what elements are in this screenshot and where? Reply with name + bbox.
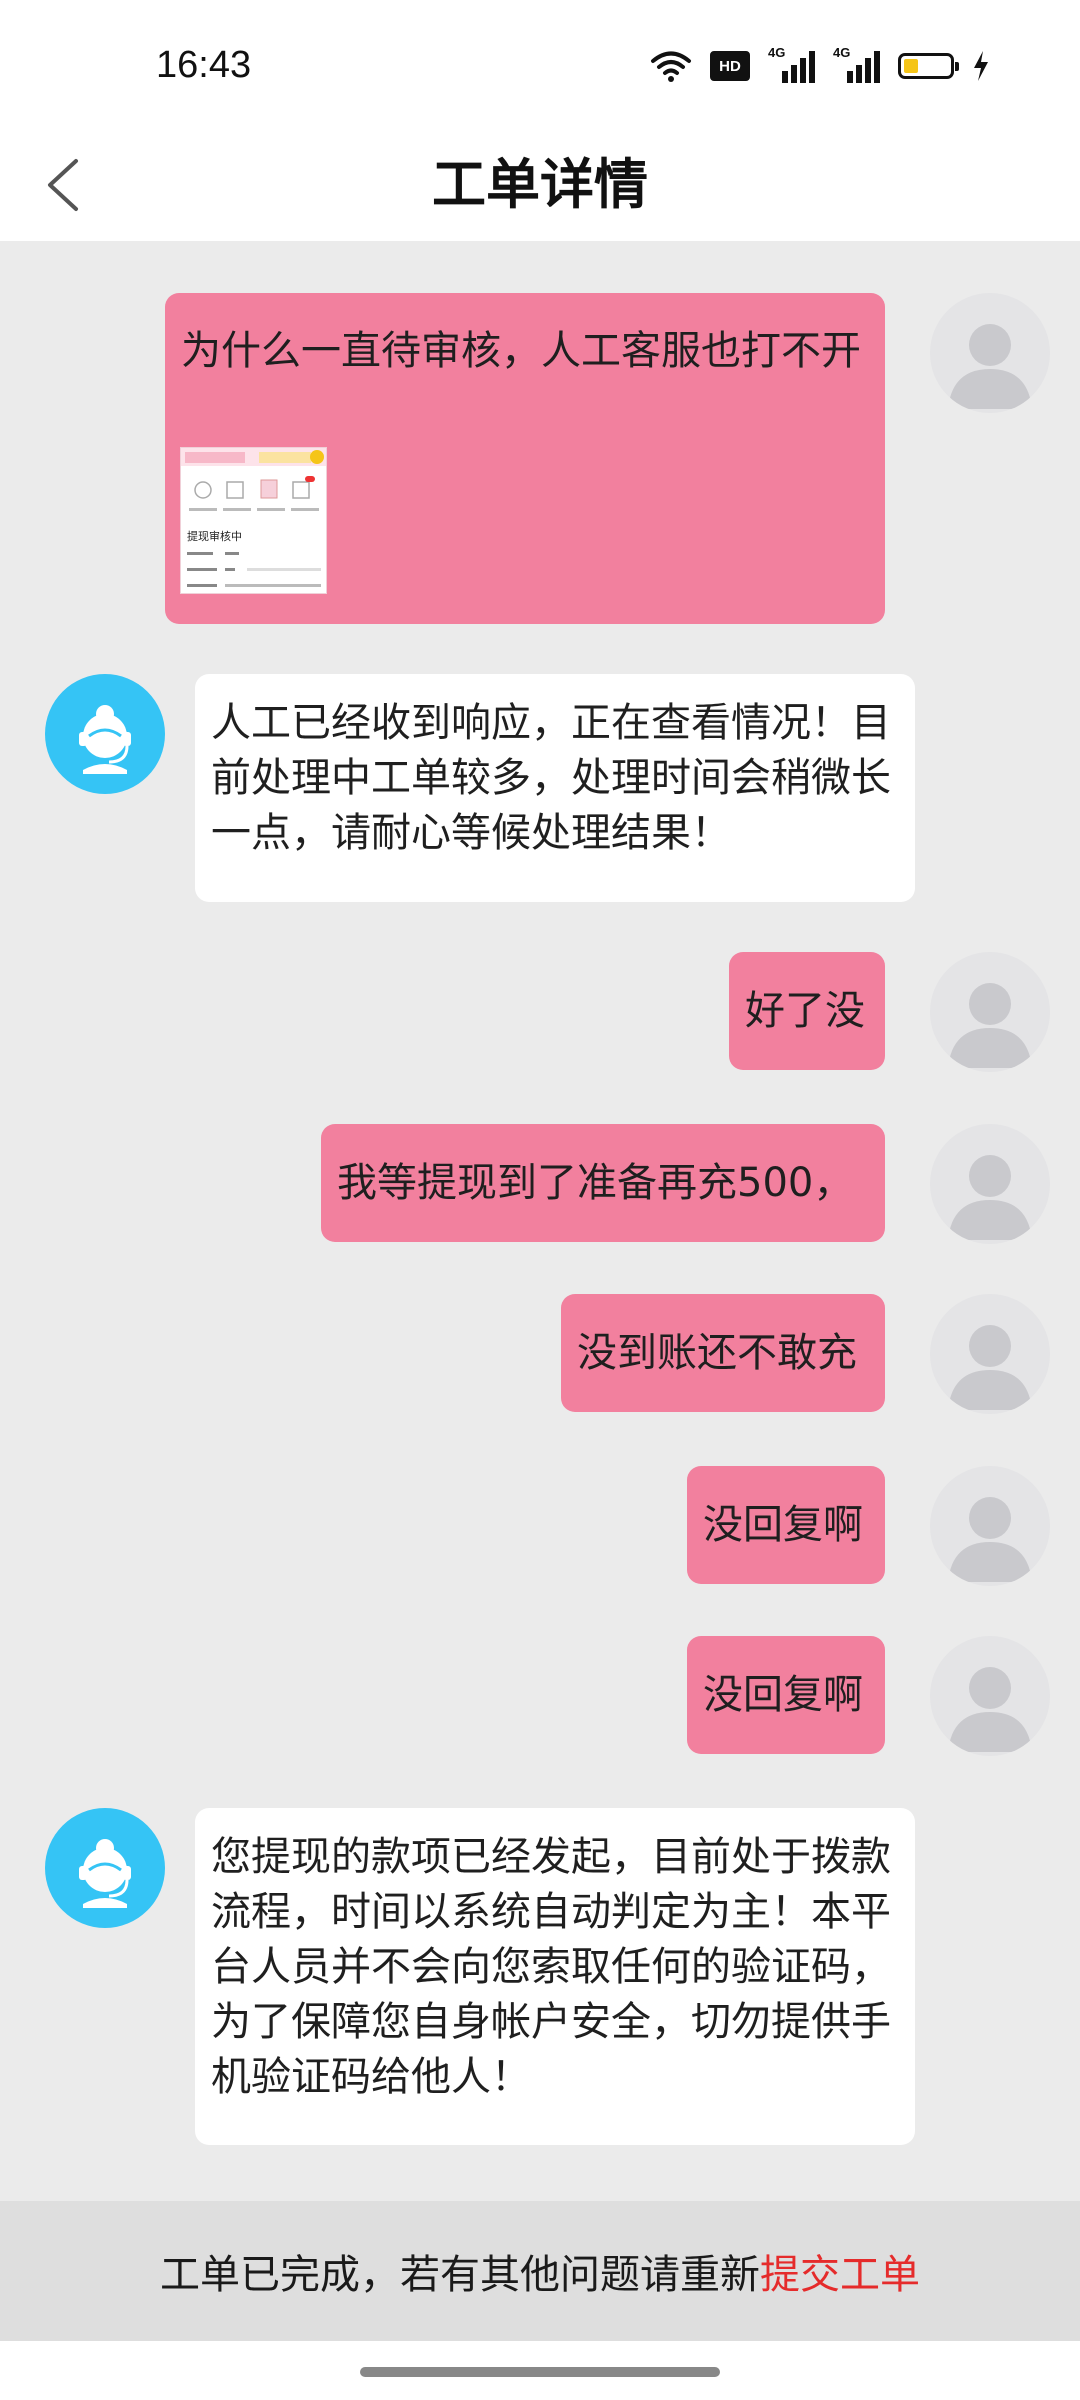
wifi-icon bbox=[651, 51, 691, 82]
person-placeholder-icon bbox=[948, 983, 1032, 1068]
user-avatar[interactable] bbox=[930, 1466, 1050, 1586]
person-placeholder-icon bbox=[948, 1325, 1032, 1410]
user-message-bubble: 我等提现到了准备再充500， bbox=[321, 1124, 885, 1242]
chat-area[interactable]: 为什么一直待审核，人工客服也打不开 提现审核中 人工已经收到响应，正在查看情况！… bbox=[0, 241, 1080, 2201]
battery-low-icon bbox=[898, 53, 959, 79]
user-message-bubble: 没回复啊 bbox=[687, 1636, 885, 1754]
user-message-bubble: 没回复啊 bbox=[687, 1466, 885, 1584]
user-avatar[interactable] bbox=[930, 293, 1050, 413]
user-avatar[interactable] bbox=[930, 1124, 1050, 1244]
person-placeholder-icon bbox=[948, 324, 1032, 409]
message-text: 没到账还不敢充 bbox=[577, 1330, 857, 1376]
hd-icon: HD bbox=[710, 51, 750, 81]
signal-4g-icon: 4G bbox=[833, 45, 880, 83]
agent-avatar[interactable] bbox=[45, 674, 165, 794]
person-placeholder-icon bbox=[948, 1667, 1032, 1752]
message-text: 为什么一直待审核，人工客服也打不开 bbox=[181, 328, 861, 374]
status-icons: HD 4G 4G bbox=[650, 45, 990, 86]
status-time: 16:43 bbox=[156, 44, 252, 86]
customer-service-icon bbox=[79, 1839, 131, 1908]
network-type-label: 4G bbox=[768, 45, 786, 60]
signal-4g-icon: 4G bbox=[768, 45, 815, 83]
person-placeholder-icon bbox=[948, 1155, 1032, 1240]
user-avatar[interactable] bbox=[930, 1294, 1050, 1414]
agent-message-bubble: 您提现的款项已经发起，目前处于拨款流程，时间以系统自动判定为主！本平台人员并不会… bbox=[195, 1808, 915, 2145]
agent-message-bubble: 人工已经收到响应，正在查看情况！目前处理中工单较多，处理时间会稍微长一点，请耐心… bbox=[195, 674, 915, 902]
message-text: 我等提现到了准备再充500， bbox=[337, 1160, 854, 1206]
user-message-bubble: 好了没 bbox=[729, 952, 885, 1070]
attachment-mini-title: 提现审核中 bbox=[187, 529, 242, 543]
message-text: 没回复啊 bbox=[703, 1502, 863, 1548]
status-bar: 16:43 HD 4G 4G bbox=[0, 0, 1080, 135]
gesture-nav-area bbox=[0, 2341, 1080, 2400]
screenshot-attachment[interactable]: 提现审核中 bbox=[180, 447, 327, 594]
header: 工单详情 bbox=[0, 135, 1080, 241]
charging-icon bbox=[974, 51, 988, 81]
agent-avatar[interactable] bbox=[45, 1808, 165, 1928]
message-text: 您提现的款项已经发起，目前处于拨款流程，时间以系统自动判定为主！本平台人员并不会… bbox=[211, 1834, 891, 2100]
page-title: 工单详情 bbox=[432, 153, 648, 216]
attachment-image: 提现审核中 bbox=[181, 448, 326, 587]
person-placeholder-icon bbox=[948, 1497, 1032, 1582]
message-text: 好了没 bbox=[745, 988, 865, 1034]
user-message-bubble: 没到账还不敢充 bbox=[561, 1294, 885, 1412]
user-avatar[interactable] bbox=[930, 1636, 1050, 1756]
user-message-bubble: 为什么一直待审核，人工客服也打不开 提现审核中 bbox=[165, 293, 885, 624]
message-text: 没回复啊 bbox=[703, 1672, 863, 1718]
message-text: 人工已经收到响应，正在查看情况！目前处理中工单较多，处理时间会稍微长一点，请耐心… bbox=[211, 700, 891, 856]
footer-notice: 工单已完成，若有其他问题请重新 bbox=[160, 2252, 760, 2298]
ticket-completed-footer: 工单已完成，若有其他问题请重新 提交工单 bbox=[0, 2201, 1080, 2341]
network-type-label: 4G bbox=[833, 45, 851, 60]
customer-service-icon bbox=[79, 705, 131, 774]
user-avatar[interactable] bbox=[930, 952, 1050, 1072]
submit-ticket-link[interactable]: 提交工单 bbox=[760, 2242, 920, 2300]
home-indicator[interactable] bbox=[360, 2367, 720, 2377]
